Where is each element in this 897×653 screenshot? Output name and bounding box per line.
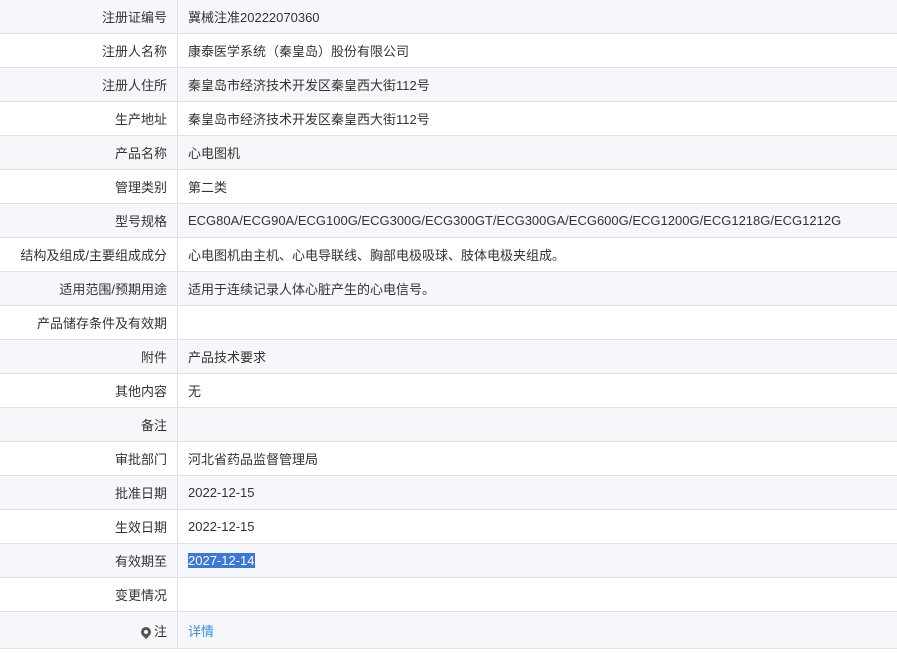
- row-value-valid-until-cell: 2027-12-14: [177, 543, 897, 578]
- row-label-management-category: 管理类别: [0, 169, 178, 204]
- row-value-registrant-address: 秦皇岛市经济技术开发区秦皇西大街112号: [177, 67, 897, 102]
- table-row: 其他内容 无: [0, 373, 897, 408]
- row-value-remarks: [177, 407, 897, 442]
- row-label-production-address: 生产地址: [0, 101, 178, 136]
- table-row: 注册人名称 康泰医学系统（秦皇岛）股份有限公司: [0, 33, 897, 68]
- row-value-registration-number: 冀械注准20222070360: [177, 0, 897, 34]
- row-value-approval-date: 2022-12-15: [177, 475, 897, 510]
- table-row: 适用范围/预期用途 适用于连续记录人体心脏产生的心电信号。: [0, 271, 897, 306]
- table-row: 有效期至 2027-12-14: [0, 543, 897, 578]
- row-label-intended-use: 适用范围/预期用途: [0, 271, 178, 306]
- row-label-product-name: 产品名称: [0, 135, 178, 170]
- table-row: 备注: [0, 407, 897, 442]
- table-row: 注册证编号 冀械注准20222070360: [0, 0, 897, 34]
- row-value-production-address: 秦皇岛市经济技术开发区秦皇西大街112号: [177, 101, 897, 136]
- row-label-note: 注: [153, 623, 167, 639]
- row-label-model-spec: 型号规格: [0, 203, 178, 238]
- table-row: 变更情况: [0, 577, 897, 612]
- table-row: 审批部门 河北省药品监督管理局: [0, 441, 897, 476]
- row-value-product-name: 心电图机: [177, 135, 897, 170]
- table-row: 生效日期 2022-12-15: [0, 509, 897, 544]
- row-label-approval-department: 审批部门: [0, 441, 178, 476]
- row-value-effective-date: 2022-12-15: [177, 509, 897, 544]
- row-value-attachment: 产品技术要求: [177, 339, 897, 374]
- table-row: 批准日期 2022-12-15: [0, 475, 897, 510]
- row-label-change-status: 变更情况: [0, 577, 178, 612]
- registration-detail-table: 注册证编号 冀械注准20222070360 注册人名称 康泰医学系统（秦皇岛）股…: [0, 0, 897, 649]
- details-link[interactable]: 详情: [188, 624, 214, 639]
- row-label-approval-date: 批准日期: [0, 475, 178, 510]
- row-label-attachment: 附件: [0, 339, 178, 374]
- row-label-registrant-address: 注册人住所: [0, 67, 178, 102]
- row-value-other-content: 无: [177, 373, 897, 408]
- row-label-remarks: 备注: [0, 407, 178, 442]
- row-value-valid-until[interactable]: 2027-12-14: [188, 553, 255, 568]
- table-row: 产品储存条件及有效期: [0, 305, 897, 340]
- row-value-registrant-name: 康泰医学系统（秦皇岛）股份有限公司: [177, 33, 897, 68]
- row-label-effective-date: 生效日期: [0, 509, 178, 544]
- row-value-management-category: 第二类: [177, 169, 897, 204]
- row-value-structure-composition: 心电图机由主机、心电导联线、胸部电极吸球、肢体电极夹组成。: [177, 237, 897, 272]
- table-row: 管理类别 第二类: [0, 169, 897, 204]
- table-row: 产品名称 心电图机: [0, 135, 897, 170]
- row-value-note-cell: 详情: [177, 611, 897, 649]
- row-label-other-content: 其他内容: [0, 373, 178, 408]
- row-value-approval-department: 河北省药品监督管理局: [177, 441, 897, 476]
- table-row: 注 详情: [0, 611, 897, 649]
- row-label-registration-number: 注册证编号: [0, 0, 178, 34]
- row-label-registrant-name: 注册人名称: [0, 33, 178, 68]
- table-row: 结构及组成/主要组成成分 心电图机由主机、心电导联线、胸部电极吸球、肢体电极夹组…: [0, 237, 897, 272]
- table-row: 附件 产品技术要求: [0, 339, 897, 374]
- row-value-model-spec: ECG80A/ECG90A/ECG100G/ECG300G/ECG300GT/E…: [177, 203, 897, 238]
- location-pin-icon: [138, 624, 154, 639]
- table-row: 注册人住所 秦皇岛市经济技术开发区秦皇西大街112号: [0, 67, 897, 102]
- table-row: 生产地址 秦皇岛市经济技术开发区秦皇西大街112号: [0, 101, 897, 136]
- row-label-structure-composition: 结构及组成/主要组成成分: [0, 237, 178, 272]
- row-value-intended-use: 适用于连续记录人体心脏产生的心电信号。: [177, 271, 897, 306]
- row-label-note-cell: 注: [0, 611, 178, 649]
- table-row: 型号规格 ECG80A/ECG90A/ECG100G/ECG300G/ECG30…: [0, 203, 897, 238]
- row-value-change-status: [177, 577, 897, 612]
- row-label-valid-until: 有效期至: [0, 543, 178, 578]
- row-value-storage-conditions: [177, 305, 897, 340]
- row-label-storage-conditions: 产品储存条件及有效期: [0, 305, 178, 340]
